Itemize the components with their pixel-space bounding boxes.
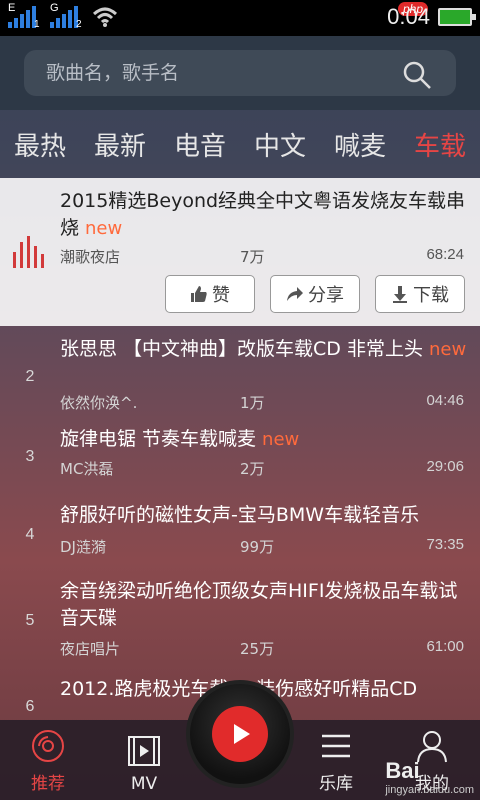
song-duration: 04:46 <box>426 392 464 409</box>
nav-mv-label: MV <box>130 774 158 794</box>
watermark: Bai jingyan.baidu.com <box>385 758 474 796</box>
song-duration: 29:06 <box>426 458 464 475</box>
bottom-nav: 推荐 MV 乐库 我的 Bai jingyan.baidu.com <box>0 680 480 800</box>
sim1-label: E <box>8 2 16 14</box>
song-plays: 7万 <box>240 248 265 266</box>
nav-library[interactable]: 乐库 <box>296 729 376 794</box>
sim2-num: 2 <box>76 19 82 30</box>
thumbs-up-icon <box>191 286 207 302</box>
sim1-num: 1 <box>34 19 40 30</box>
search-area <box>0 36 480 110</box>
song-title: 2015精选Beyond经典全中文粤语发烧友车载串烧 new <box>60 190 466 239</box>
song-duration: 73:35 <box>426 536 464 553</box>
new-badge: new <box>262 429 300 450</box>
new-badge: new <box>85 218 123 239</box>
category-tabs: 最热 最新 电音 中文 喊麦 车载 <box>0 110 480 178</box>
song-rank: 3 <box>25 448 35 465</box>
song-artist: DJ涟漪 <box>60 538 106 556</box>
share-icon <box>287 287 303 301</box>
song-title: 舒服好听的磁性女声-宝马BMW车载轻音乐 <box>60 504 420 526</box>
song-plays: 99万 <box>240 538 275 556</box>
equalizer-icon <box>13 236 44 268</box>
song-rank: 5 <box>25 612 35 629</box>
play-button[interactable] <box>186 680 294 788</box>
sim2-label: G <box>50 2 59 14</box>
song-artist: 夜店唱片 <box>60 640 121 658</box>
search-box[interactable] <box>24 50 456 96</box>
tab-chinese[interactable]: 中文 <box>240 126 320 163</box>
signal-icon: E 1 <box>8 2 40 30</box>
wifi-icon <box>92 7 118 27</box>
song-title: 张思思 【中文神曲】改版车载CD 非常上头 new <box>60 338 467 360</box>
nav-recommend-label: 推荐 <box>31 774 65 794</box>
mv-icon <box>128 736 160 766</box>
song-duration: 68:24 <box>426 246 464 263</box>
list-item[interactable]: 3 旋律电锯 节奏车载喊麦 new MC洪磊 2万 29:06 <box>0 416 480 492</box>
song-rank: 4 <box>25 526 35 543</box>
song-artist: MC洪磊 <box>60 460 114 478</box>
song-artist: 依然你涣^. <box>60 394 138 412</box>
song-artist: 潮歌夜店 <box>60 248 121 266</box>
nav-library-label: 乐库 <box>319 774 353 794</box>
tab-mc[interactable]: 喊麦 <box>320 126 400 163</box>
list-item[interactable]: 5 余音绕梁动听绝伦顶级女声HIFI发烧极品车载试音天碟 夜店唱片 25万 61… <box>0 568 480 668</box>
list-item[interactable]: 4 舒服好听的磁性女声-宝马BMW车载轻音乐 DJ涟漪 99万 73:35 <box>0 492 480 568</box>
song-rank: 6 <box>25 698 35 715</box>
tab-newest[interactable]: 最新 <box>80 126 160 163</box>
new-badge: new <box>428 339 467 360</box>
list-item[interactable]: 2015精选Beyond经典全中文粤语发烧友车载串烧 new 潮歌夜店 7万 68… <box>0 178 480 326</box>
search-icon[interactable] <box>402 60 432 90</box>
song-title: 余音绕梁动听绝伦顶级女声HIFI发烧极品车载试音天碟 <box>60 580 458 629</box>
download-label: 下载 <box>413 285 449 306</box>
like-label: 赞 <box>212 285 230 306</box>
song-actions: 赞 分享 下载 <box>165 275 465 313</box>
like-button[interactable]: 赞 <box>165 275 255 313</box>
watermark-brand: Bai <box>385 758 420 783</box>
disc-icon <box>32 730 64 762</box>
list-item[interactable]: 2 张思思 【中文神曲】改版车载CD 非常上头 new 依然你涣^. 1万 04:… <box>0 326 480 416</box>
share-button[interactable]: 分享 <box>270 275 360 313</box>
share-label: 分享 <box>308 285 344 306</box>
song-plays: 2万 <box>240 460 265 478</box>
song-title: 旋律电锯 节奏车载喊麦 new <box>60 428 300 450</box>
status-bar: E 1 G 2 php 0:04 <box>0 0 480 36</box>
search-input[interactable] <box>24 62 384 84</box>
library-icon <box>322 734 350 758</box>
tab-electronic[interactable]: 电音 <box>160 126 240 163</box>
clock: 0:04 <box>387 4 430 29</box>
download-button[interactable]: 下载 <box>375 275 465 313</box>
tab-hottest[interactable]: 最热 <box>0 126 80 163</box>
battery-icon <box>438 8 476 26</box>
signal-icon: G 2 <box>50 2 82 30</box>
song-plays: 1万 <box>240 394 265 412</box>
nav-mv[interactable]: MV <box>104 734 184 794</box>
song-plays: 25万 <box>240 640 275 658</box>
tab-car[interactable]: 车载 <box>400 126 480 163</box>
play-icon <box>234 724 250 744</box>
song-list: 2015精选Beyond经典全中文粤语发烧友车载串烧 new 潮歌夜店 7万 68… <box>0 178 480 720</box>
song-rank: 2 <box>25 368 35 385</box>
watermark-domain: jingyan.baidu.com <box>385 784 474 796</box>
download-icon <box>393 286 407 303</box>
song-duration: 61:00 <box>426 638 464 655</box>
nav-recommend[interactable]: 推荐 <box>8 729 88 794</box>
